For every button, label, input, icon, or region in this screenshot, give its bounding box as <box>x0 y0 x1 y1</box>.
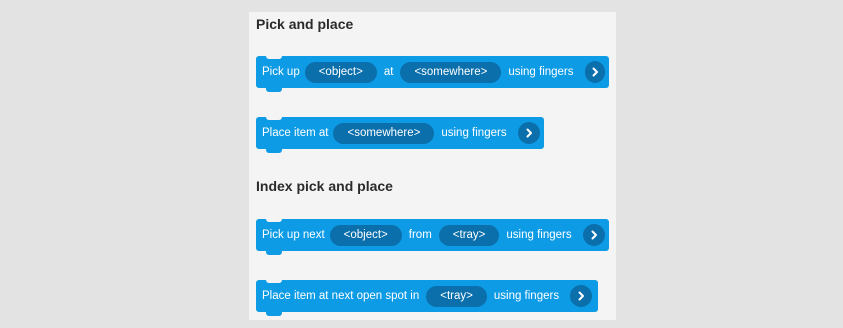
block-place-item-at-somewhere[interactable]: Place item at <somewhere> using fingers <box>256 116 544 153</box>
block-pick-up-object-at-somewhere[interactable]: Pick up <object> at <somewhere> using fi… <box>256 55 609 92</box>
slot-object[interactable]: <object> <box>304 61 377 83</box>
slot-tray[interactable]: <tray> <box>426 285 487 307</box>
block-text-place-item-at: Place item at <box>262 127 329 139</box>
chevron-right-icon[interactable] <box>582 224 605 246</box>
slot-object[interactable]: <object> <box>329 224 402 246</box>
block-pick-up-next-object-from-tray[interactable]: Pick up next <object> from <tray> using … <box>256 218 609 255</box>
block-text-from: from <box>408 229 432 241</box>
slot-tray[interactable]: <tray> <box>438 224 500 246</box>
block-text-pick-up-next: Pick up next <box>262 229 325 241</box>
block-text-using-fingers: using fingers <box>493 290 560 302</box>
slot-somewhere[interactable]: <somewhere> <box>333 122 435 144</box>
block-text-pick-up: Pick up <box>262 66 300 78</box>
slot-somewhere[interactable]: <somewhere> <box>400 61 502 83</box>
block-text-place-item-at-next-open-spot-in: Place item at next open spot in <box>262 290 420 302</box>
block-text-using-fingers: using fingers <box>441 127 507 139</box>
block-text-using-fingers: using fingers <box>506 229 572 241</box>
block-place-item-next-open-spot-in-tray[interactable]: Place item at next open spot in <tray> u… <box>256 279 598 316</box>
block-text-at: at <box>383 66 394 78</box>
chevron-right-icon[interactable] <box>584 61 605 83</box>
section-title-pick-and-place: Pick and place <box>256 16 354 32</box>
chevron-right-icon[interactable] <box>517 122 540 144</box>
block-text-using-fingers: using fingers <box>508 66 574 78</box>
chevron-right-icon[interactable] <box>570 285 593 307</box>
section-title-index-pick-and-place: Index pick and place <box>256 178 393 194</box>
